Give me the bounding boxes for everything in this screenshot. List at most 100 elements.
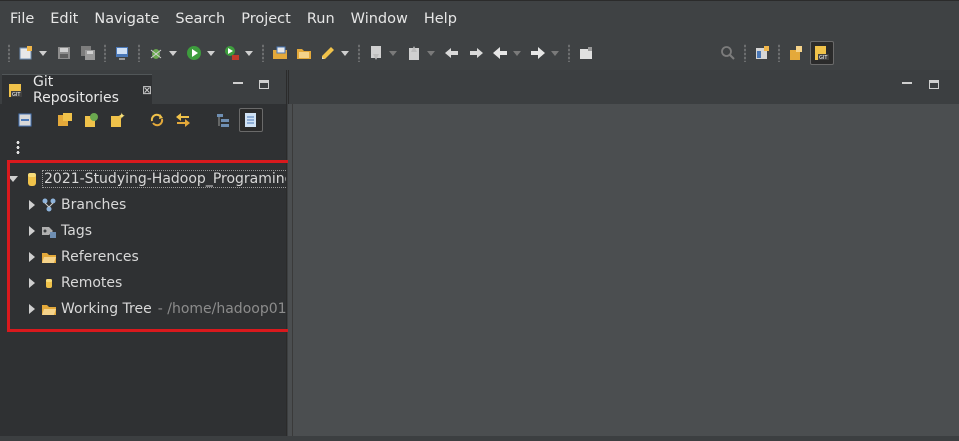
main-toolbar: GIT: [0, 36, 959, 70]
next-annotation-icon[interactable]: [366, 42, 386, 64]
view-menu-icon[interactable]: [16, 140, 20, 154]
link-with-selection-icon[interactable]: [173, 109, 193, 131]
toolbar-separator: [358, 44, 360, 62]
references-folder-icon: [41, 249, 57, 265]
branches-label: Branches: [61, 197, 127, 213]
working-tree-label: Working Tree: [61, 301, 152, 317]
svg-text:GIT: GIT: [819, 55, 828, 61]
minimize-icon[interactable]: [902, 82, 912, 84]
menu-project[interactable]: Project: [233, 1, 299, 37]
new-wizard-dropdown[interactable]: [38, 42, 48, 64]
branches-icon: [41, 197, 57, 213]
next-edit-location-icon[interactable]: [466, 42, 486, 64]
view-tab-bar: GIT Git Repositories ⊠: [0, 70, 286, 106]
window-bottom-edge: [0, 436, 959, 441]
menu-search[interactable]: Search: [167, 1, 233, 37]
new-wizard-icon[interactable]: [16, 42, 36, 64]
last-edit-location-icon[interactable]: [442, 42, 462, 64]
collapsed-arrow-icon[interactable]: [29, 226, 35, 236]
collapsed-arrow-icon[interactable]: [29, 304, 35, 314]
tags-label: Tags: [61, 223, 92, 239]
maximize-icon[interactable]: [929, 80, 939, 89]
tree-row-branches[interactable]: Branches: [0, 192, 286, 218]
toolbar-separator: [568, 44, 570, 62]
tree-row-tags[interactable]: Tags: [0, 218, 286, 244]
editor-tab-bar: [288, 70, 959, 104]
collapse-all-icon[interactable]: [15, 109, 35, 131]
tab-git-repositories[interactable]: GIT Git Repositories ⊠: [2, 73, 152, 106]
open-type-icon[interactable]: [270, 42, 290, 64]
toolbar-separator: [778, 44, 780, 62]
tree-row-remotes[interactable]: Remotes: [0, 270, 286, 296]
toolbar-separator: [104, 44, 106, 62]
maximize-icon[interactable]: [259, 80, 269, 89]
toolbar-separator: [262, 44, 264, 62]
references-label: References: [61, 249, 139, 265]
menu-edit[interactable]: Edit: [42, 1, 86, 37]
git-repositories-icon: GIT: [8, 82, 24, 98]
svg-text:GIT: GIT: [12, 92, 21, 98]
svg-text:✦: ✦: [118, 112, 125, 122]
clone-repository-icon[interactable]: [81, 109, 101, 131]
previous-annotation-dropdown[interactable]: [426, 42, 436, 64]
refresh-icon[interactable]: [147, 109, 167, 131]
collapsed-arrow-icon[interactable]: [29, 252, 35, 262]
repository-label: 2021-Studying-Hadoop_Programing: [42, 170, 286, 188]
view-tab-label: Git Repositories: [33, 73, 119, 106]
repository-tree: 2021-Studying-Hadoop_Programing [( Branc…: [0, 166, 286, 322]
java-perspective-icon[interactable]: [786, 42, 806, 64]
git-perspective-icon[interactable]: GIT: [810, 41, 834, 65]
forward-dropdown[interactable]: [550, 42, 560, 64]
debug-dropdown[interactable]: [168, 42, 178, 64]
menu-bar: File Edit Navigate Search Project Run Wi…: [0, 0, 959, 36]
tree-row-repository[interactable]: 2021-Studying-Hadoop_Programing [(: [0, 166, 286, 192]
save-icon[interactable]: [54, 42, 74, 64]
toolbar-separator: [138, 44, 140, 62]
minimize-icon[interactable]: [233, 82, 243, 84]
editor-area: [288, 70, 959, 441]
git-repositories-view: GIT Git Repositories ⊠ ✦ 2021-Studying-H…: [0, 70, 287, 441]
repository-icon: [26, 171, 38, 187]
collapsed-arrow-icon[interactable]: [29, 278, 35, 288]
next-annotation-dropdown[interactable]: [388, 42, 398, 64]
mark-occurrences-dropdown[interactable]: [340, 42, 350, 64]
external-tools-icon[interactable]: [222, 42, 242, 64]
run-icon[interactable]: [184, 42, 204, 64]
back-icon[interactable]: [490, 42, 510, 64]
mark-occurrences-icon[interactable]: [318, 42, 338, 64]
tree-row-working-tree[interactable]: Working Tree - /home/hadoop01/gi: [0, 296, 286, 322]
add-existing-repository-icon[interactable]: [55, 109, 75, 131]
previous-annotation-icon[interactable]: [404, 42, 424, 64]
open-perspective-icon[interactable]: [752, 42, 772, 64]
back-dropdown[interactable]: [512, 42, 522, 64]
run-dropdown[interactable]: [206, 42, 216, 64]
hierarchical-layout-icon[interactable]: [213, 109, 233, 131]
menu-help[interactable]: Help: [416, 1, 465, 37]
close-icon[interactable]: ⊠: [142, 83, 152, 97]
debug-icon[interactable]: [146, 42, 166, 64]
tree-row-references[interactable]: References: [0, 244, 286, 270]
view-toolbar: ✦: [0, 104, 286, 136]
save-all-icon[interactable]: [78, 42, 98, 64]
pin-editor-icon[interactable]: [576, 42, 596, 64]
menu-navigate[interactable]: Navigate: [86, 1, 167, 37]
toolbar-separator: [8, 44, 10, 62]
collapsed-arrow-icon[interactable]: [29, 200, 35, 210]
show-repository-status-icon[interactable]: [239, 108, 263, 132]
search-icon[interactable]: [718, 42, 738, 64]
open-resource-icon[interactable]: [294, 42, 314, 64]
menu-window[interactable]: Window: [343, 1, 416, 37]
remotes-icon: [41, 275, 57, 291]
working-tree-path: - /home/hadoop01/gi: [157, 301, 286, 317]
tags-icon: [41, 223, 57, 239]
menu-run[interactable]: Run: [299, 1, 343, 37]
working-tree-folder-icon: [41, 301, 57, 317]
remotes-label: Remotes: [61, 275, 123, 291]
menu-file[interactable]: File: [2, 1, 42, 37]
expanded-arrow-icon[interactable]: [8, 176, 18, 182]
forward-icon[interactable]: [528, 42, 548, 64]
terminal-icon[interactable]: [112, 42, 132, 64]
external-tools-dropdown[interactable]: [244, 42, 254, 64]
create-repository-icon[interactable]: ✦: [107, 109, 127, 131]
view-menu-row: [0, 136, 286, 158]
